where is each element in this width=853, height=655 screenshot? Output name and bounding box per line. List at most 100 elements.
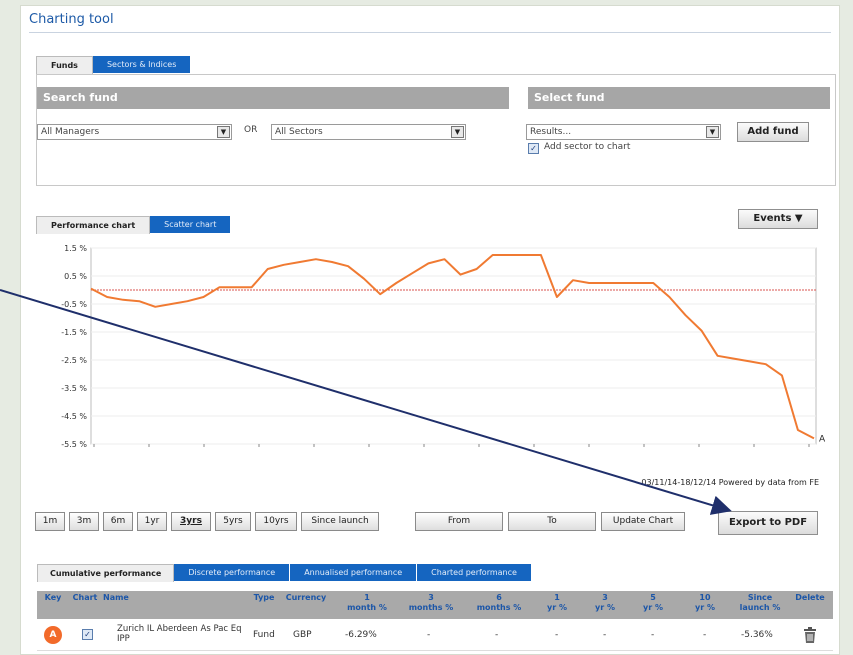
y-tick-label: 1.5 %	[64, 244, 87, 253]
col-delete: Delete	[795, 593, 825, 602]
chevron-down-icon: ▼	[451, 126, 464, 138]
tab-annualised-performance[interactable]: Annualised performance	[290, 564, 418, 581]
col-3-months: 3 months %	[408, 593, 454, 612]
tab-charted-performance[interactable]: Charted performance	[417, 564, 532, 581]
results-value: Results...	[530, 127, 572, 137]
from-button[interactable]: From	[415, 512, 503, 531]
value-1-month: -6.29%	[345, 630, 377, 640]
table-row: A ✓ Zurich IL Aberdeen As Pac Eq IPP Fun…	[37, 620, 833, 651]
key-badge: A	[44, 626, 62, 644]
charting-panel: Charting tool Funds Sectors & Indices Se…	[20, 5, 840, 655]
value-1-yr: -	[555, 630, 559, 640]
col-chart: Chart	[72, 593, 98, 602]
events-button[interactable]: Events ▼	[738, 209, 818, 229]
x-tick-label: 11/14	[412, 451, 435, 452]
col-since-launch: Since launch %	[739, 593, 781, 612]
x-tick-label: 11/14	[192, 451, 215, 452]
col-type: Type	[253, 593, 275, 602]
col-10-yr: 10 yr %	[695, 593, 715, 612]
value-3-yr: -	[603, 630, 607, 640]
performance-table-header: Key Chart Name Type Currency 1 month % 3…	[37, 591, 833, 619]
range-button-since-launch[interactable]: Since launch	[301, 512, 379, 531]
search-fund-heading: Search fund	[37, 87, 509, 109]
tab-sectors-indices[interactable]: Sectors & Indices	[92, 56, 192, 73]
x-tick-label: 11/14	[577, 451, 600, 452]
x-tick-label: 11/14	[247, 451, 270, 452]
tab-cumulative-performance[interactable]: Cumulative performance	[37, 564, 175, 582]
x-tick-label: 12/14	[632, 451, 655, 452]
chart-tabs: Performance chart Scatter chart	[36, 216, 232, 234]
tab-scatter-chart[interactable]: Scatter chart	[150, 216, 232, 233]
col-key: Key	[44, 593, 62, 602]
range-button-3yrs[interactable]: 3yrs	[171, 512, 211, 531]
tab-funds[interactable]: Funds	[36, 56, 93, 74]
x-tick-label: 11/14	[137, 451, 160, 452]
trash-icon[interactable]	[803, 627, 817, 643]
chart-footer: 03/11/14-18/12/14 Powered by data from F…	[641, 478, 819, 487]
range-button-6m[interactable]: 6m	[103, 512, 133, 531]
x-tick-label: 11/14	[522, 451, 545, 452]
or-label: OR	[244, 125, 258, 135]
page-title: Charting tool	[29, 12, 114, 27]
sectors-value: All Sectors	[275, 127, 323, 137]
add-sector-label: Add sector to chart	[544, 142, 631, 152]
search-tabs: Funds Sectors & Indices	[36, 56, 192, 74]
col-6-months: 6 months %	[476, 593, 522, 612]
performance-chart: 1.5 % 0.5 % -0.5 % -1.5 % -2.5 % -3.5 % -4.5 %…	[36, 236, 836, 460]
y-tick-label: -4.5 %	[61, 412, 87, 421]
col-3-yr: 3 yr %	[595, 593, 615, 612]
update-chart-button[interactable]: Update Chart	[601, 512, 685, 531]
to-button[interactable]: To	[508, 512, 596, 531]
x-tick-label: 12/14	[797, 451, 820, 452]
col-5-yr: 5 yr %	[643, 593, 663, 612]
range-button-1m[interactable]: 1m	[35, 512, 65, 531]
x-tick-label: 11/14	[467, 451, 490, 452]
value-3-months: -	[427, 630, 431, 640]
managers-value: All Managers	[41, 127, 100, 137]
title-divider	[29, 32, 831, 33]
performance-chart-svg: 1.5 % 0.5 % -0.5 % -1.5 % -2.5 % -3.5 % -4.5 %…	[61, 244, 826, 460]
range-button-10yrs[interactable]: 10yrs	[255, 512, 297, 531]
fund-name[interactable]: Zurich IL Aberdeen As Pac Eq IPP	[117, 624, 247, 644]
select-fund-heading: Select fund	[528, 87, 830, 109]
fund-currency: GBP	[293, 630, 312, 640]
range-button-5yrs[interactable]: 5yrs	[215, 512, 251, 531]
chart-checkbox[interactable]: ✓	[82, 629, 93, 640]
add-fund-button[interactable]: Add fund	[737, 122, 809, 142]
x-tick-label: 12/14	[687, 451, 710, 452]
y-tick-label: 0.5 %	[64, 272, 87, 281]
sectors-select[interactable]: All Sectors ▼	[271, 124, 466, 140]
range-button-3m[interactable]: 3m	[69, 512, 99, 531]
search-box: Search fund Select fund All Managers ▼ O…	[36, 74, 836, 186]
col-currency: Currency	[285, 593, 327, 602]
fund-type: Fund	[253, 630, 275, 640]
performance-tabs: Cumulative performance Discrete performa…	[37, 564, 532, 582]
chevron-down-icon: ▼	[706, 126, 719, 138]
y-tick-label: -1.5 %	[61, 328, 87, 337]
x-tick-label: 12/14	[742, 451, 765, 452]
y-tick-label: -5.5 %	[61, 440, 87, 449]
value-5-yr: -	[651, 630, 655, 640]
results-select[interactable]: Results... ▼	[526, 124, 721, 140]
add-sector-checkbox[interactable]: ✓	[528, 143, 539, 154]
export-pdf-button[interactable]: Export to PDF	[718, 511, 818, 535]
x-tick-label: 11/14	[357, 451, 380, 452]
value-since-launch: -5.36%	[741, 630, 773, 640]
plot-frame	[90, 247, 817, 445]
series-end-label: A	[819, 434, 826, 444]
value-6-months: -	[495, 630, 499, 640]
x-tick-label: 11/14	[82, 451, 105, 452]
y-tick-label: -0.5 %	[61, 300, 87, 309]
tab-discrete-performance[interactable]: Discrete performance	[174, 564, 291, 581]
col-1-yr: 1 yr %	[547, 593, 567, 612]
col-name: Name	[103, 593, 129, 602]
col-1-month: 1 month %	[347, 593, 387, 612]
range-button-1yr[interactable]: 1yr	[137, 512, 167, 531]
chevron-down-icon: ▼	[217, 126, 230, 138]
y-tick-label: -2.5 %	[61, 356, 87, 365]
tab-performance-chart[interactable]: Performance chart	[36, 216, 151, 234]
value-10-yr: -	[703, 630, 707, 640]
x-tick-label: 11/14	[302, 451, 325, 452]
managers-select[interactable]: All Managers ▼	[37, 124, 232, 140]
y-tick-label: -3.5 %	[61, 384, 87, 393]
